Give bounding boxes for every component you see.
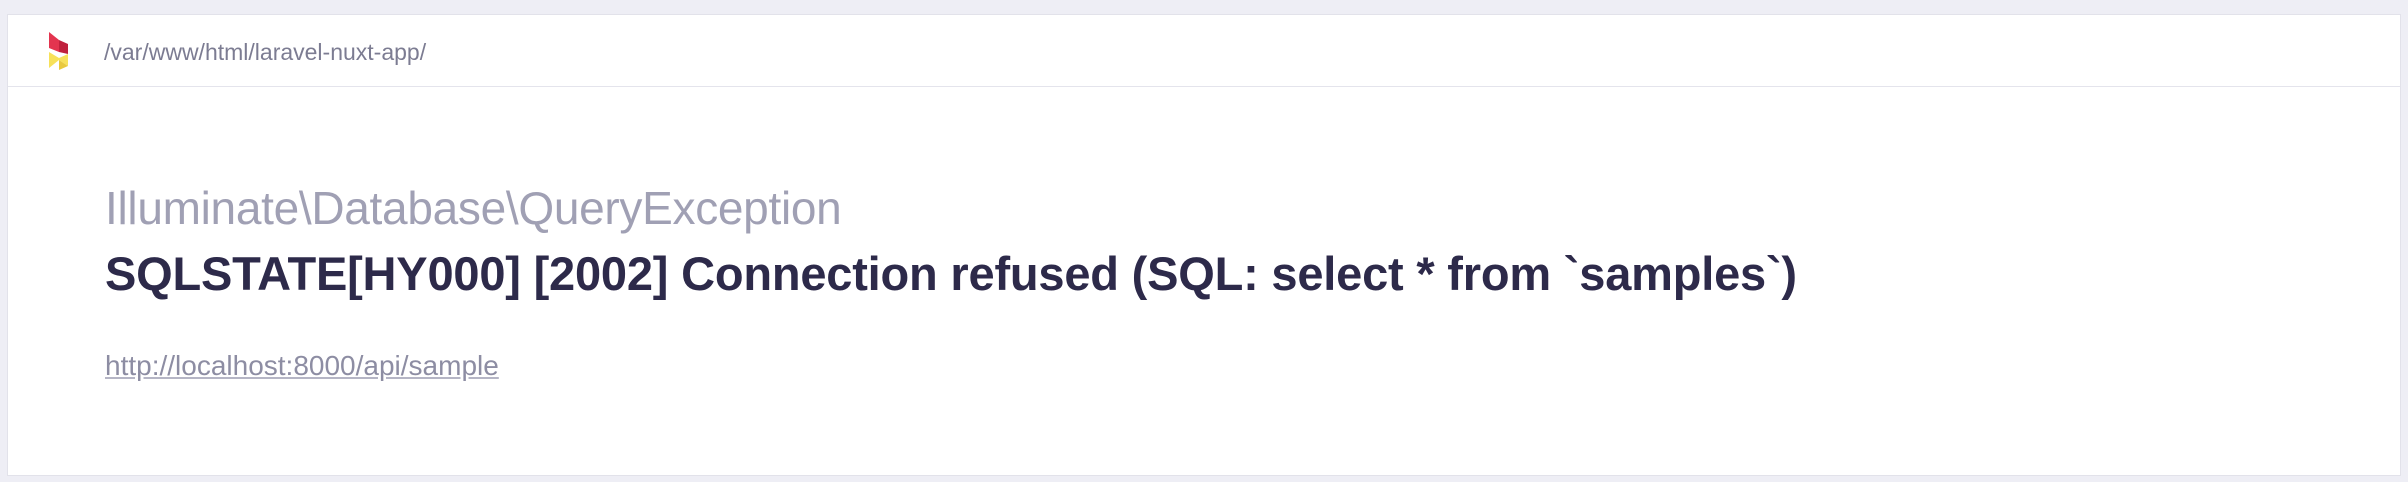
exception-class: Illuminate\Database\QueryException bbox=[105, 182, 842, 234]
top-bar: /var/www/html/laravel-nuxt-app/ bbox=[8, 15, 2400, 87]
exception-message: SQLSTATE[HY000] [2002] Connection refuse… bbox=[105, 247, 1797, 300]
request-url-link[interactable]: http://localhost:8000/api/sample bbox=[105, 348, 499, 384]
ignition-logo-icon bbox=[46, 30, 72, 72]
app-path: /var/www/html/laravel-nuxt-app/ bbox=[104, 39, 427, 65]
error-card: /var/www/html/laravel-nuxt-app/ Illumina… bbox=[7, 14, 2401, 476]
